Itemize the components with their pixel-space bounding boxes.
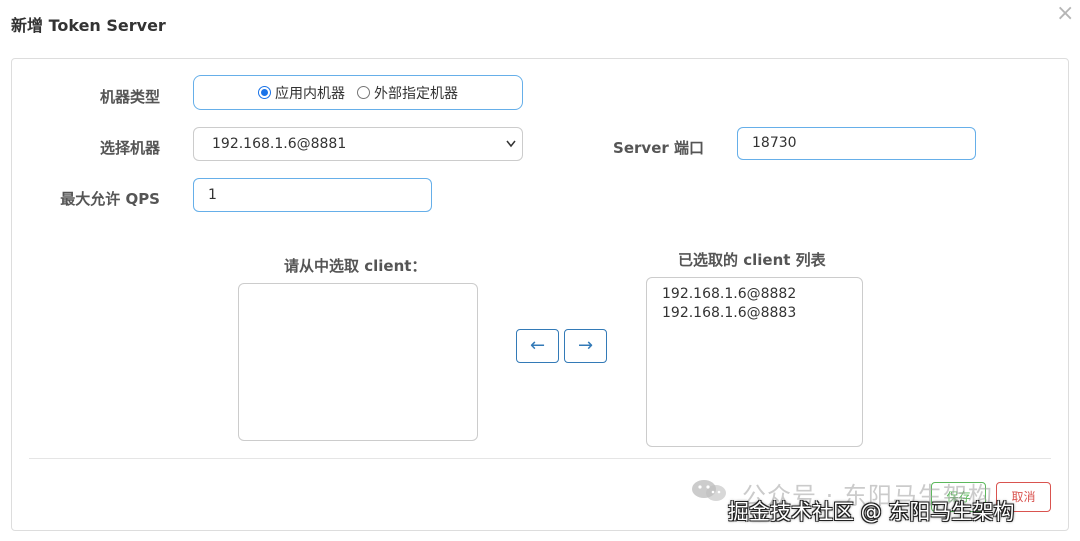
radio-unchecked-icon[interactable] (357, 86, 370, 99)
select-machine-value: 192.168.1.6@8881 (212, 136, 347, 152)
machine-type-radio-group: 应用内机器 外部指定机器 (193, 75, 523, 110)
list-item[interactable]: 192.168.1.6@8882 (647, 285, 862, 304)
move-right-button[interactable]: → (564, 329, 607, 363)
radio-label-in-app: 应用内机器 (275, 85, 345, 102)
move-left-button[interactable]: ← (516, 329, 559, 363)
dialog-title: 新增 Token Server (11, 16, 166, 35)
radio-option-external[interactable]: 外部指定机器 (357, 83, 458, 103)
close-icon[interactable]: × (1056, 2, 1074, 26)
server-port-input[interactable]: 18730 (737, 127, 976, 160)
footer-divider (29, 458, 1051, 459)
max-qps-input[interactable]: 1 (193, 178, 432, 212)
select-machine-dropdown[interactable]: 192.168.1.6@8881 (193, 127, 523, 161)
credit-overlay: 掘金技术社区 @ 东阳马生架构 (728, 500, 1015, 524)
available-clients-listbox[interactable] (238, 283, 478, 441)
wechat-icon (690, 478, 730, 504)
selected-clients-listbox[interactable]: 192.168.1.6@8882 192.168.1.6@8883 (646, 277, 863, 447)
chevron-down-icon (506, 128, 516, 173)
server-port-value: 18730 (752, 135, 797, 151)
select-machine-label: 选择机器 (99, 139, 160, 157)
selected-clients-heading: 已选取的 client 列表 (678, 251, 826, 269)
server-port-label: Server 端口 (613, 139, 704, 157)
radio-checked-icon[interactable] (258, 86, 271, 99)
max-qps-value: 1 (208, 187, 217, 203)
max-qps-label: 最大允许 QPS (60, 190, 160, 208)
radio-label-external: 外部指定机器 (374, 85, 458, 102)
list-item[interactable]: 192.168.1.6@8883 (647, 304, 862, 323)
available-clients-heading: 请从中选取 client： (284, 257, 427, 275)
machine-type-label: 机器类型 (99, 88, 160, 106)
radio-option-in-app[interactable]: 应用内机器 (258, 83, 345, 103)
